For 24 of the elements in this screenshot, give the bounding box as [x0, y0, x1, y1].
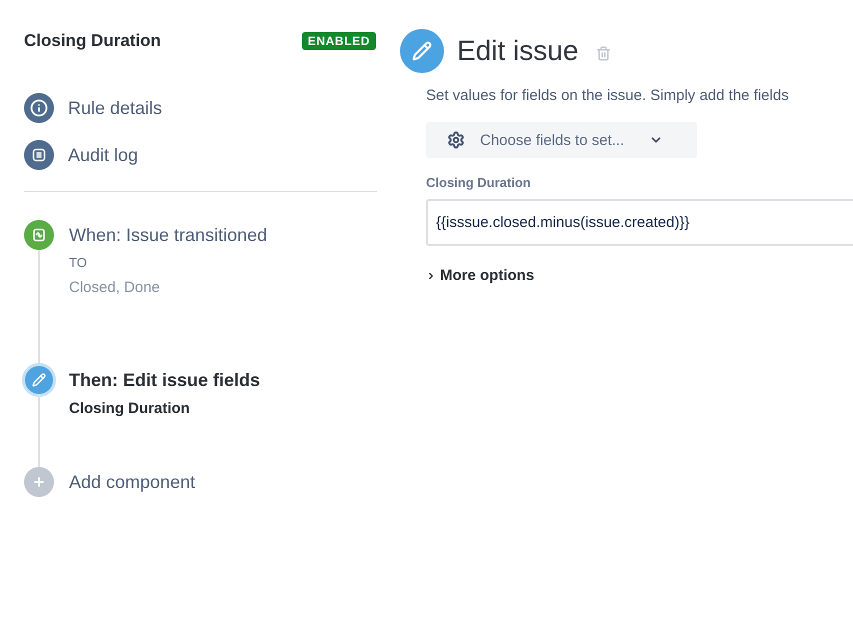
connector-line — [38, 395, 40, 467]
input-field[interactable]: {{isssue.closed.minus(issue.created)}} — [426, 199, 853, 246]
info-icon — [24, 93, 54, 123]
rule-title: Closing Duration — [24, 31, 161, 51]
nav-link[interactable]: Rule details — [24, 93, 162, 123]
component-detail: Closed, Done — [69, 280, 160, 296]
pencil-icon — [400, 29, 444, 73]
editor-description: Set values for fields on the issue. Simply add the fields — [426, 87, 789, 105]
plus-icon — [24, 467, 54, 497]
more-options-toggle[interactable]: More options — [426, 267, 534, 285]
component-detail: TO — [69, 255, 87, 271]
add-component-button[interactable]: Add component — [24, 467, 196, 497]
nav-link[interactable]: Audit log — [24, 140, 138, 170]
list-icon — [24, 140, 54, 170]
editor-title: Edit issue — [457, 35, 578, 67]
choose-fields-button[interactable]: Choose fields to set... — [426, 122, 697, 158]
component-title[interactable]: When: Issue transitioned — [69, 220, 268, 250]
component-detail: Closing Duration — [69, 400, 190, 418]
chevron-right-icon — [426, 271, 436, 281]
component-title[interactable]: Then: Edit issue fields — [69, 365, 260, 395]
status-badge: ENABLED — [302, 32, 376, 50]
field-label: Closing Duration — [426, 175, 531, 191]
trash-icon[interactable] — [596, 46, 612, 60]
settings-icon — [447, 131, 465, 149]
